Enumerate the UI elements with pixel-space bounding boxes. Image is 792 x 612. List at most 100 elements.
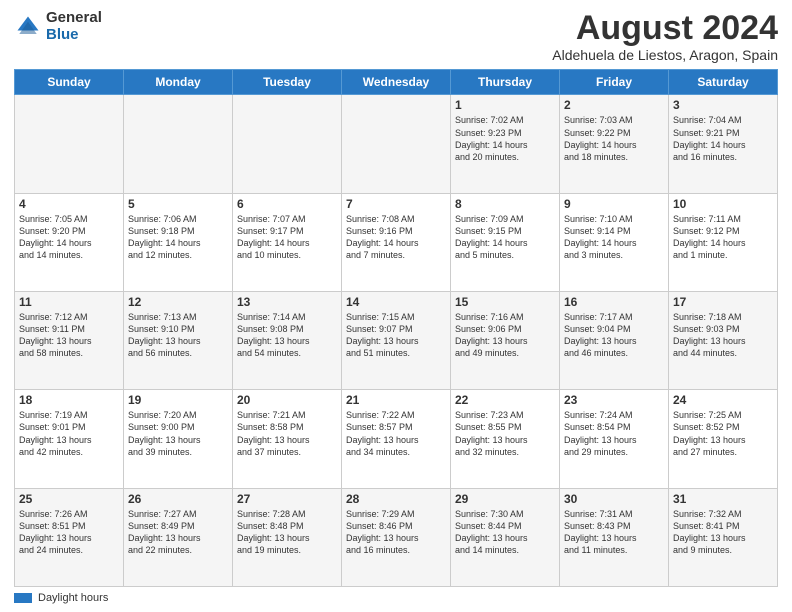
page: General Blue August 2024 Aldehuela de Li…	[0, 0, 792, 612]
table-row: 10 Sunrise: 7:11 AM Sunset: 9:12 PM Dayli…	[669, 193, 778, 291]
day-info: Sunrise: 7:20 AM Sunset: 9:00 PM Dayligh…	[128, 409, 228, 458]
day-info: Sunrise: 7:26 AM Sunset: 8:51 PM Dayligh…	[19, 508, 119, 557]
logo-general: General	[46, 10, 102, 27]
day-number: 20	[237, 393, 337, 407]
logo-icon	[14, 13, 42, 41]
table-row: 3Sunrise: 7:04 AM Sunset: 9:21 PM Daylig…	[669, 95, 778, 193]
logo-blue: Blue	[46, 27, 102, 44]
day-number: 6	[237, 197, 337, 211]
day-number: 27	[237, 492, 337, 506]
col-saturday: Saturday	[669, 70, 778, 95]
logo: General Blue	[14, 10, 102, 43]
day-number: 26	[128, 492, 228, 506]
day-info: Sunrise: 7:25 AM Sunset: 8:52 PM Dayligh…	[673, 409, 773, 458]
table-row: 26 Sunrise: 7:27 AM Sunset: 8:49 PM Dayli…	[124, 488, 233, 586]
day-info: Sunrise: 7:21 AM Sunset: 8:58 PM Dayligh…	[237, 409, 337, 458]
table-row: 12 Sunrise: 7:13 AM Sunset: 9:10 PM Dayli…	[124, 292, 233, 390]
table-row: 2 Sunrise: 7:03 AM Sunset: 9:22 PM Daylig…	[560, 95, 669, 193]
day-info: Sunrise: 7:06 AM Sunset: 9:18 PM Dayligh…	[128, 213, 228, 262]
main-title: August 2024	[552, 10, 778, 47]
day-info: Sunrise: 7:28 AM Sunset: 8:48 PM Dayligh…	[237, 508, 337, 557]
table-row	[15, 95, 124, 193]
day-number: 23	[564, 393, 664, 407]
table-row: 23Sunrise: 7:24 AM Sunset: 8:54 PM Dayli…	[560, 390, 669, 488]
table-row: 14 Sunrise: 7:15 AM Sunset: 9:07 PM Dayli…	[342, 292, 451, 390]
table-row: 15 Sunrise: 7:16 AM Sunset: 9:06 PM Dayli…	[451, 292, 560, 390]
day-number: 29	[455, 492, 555, 506]
day-number: 13	[237, 295, 337, 309]
table-row: 24Sunrise: 7:25 AM Sunset: 8:52 PM Dayli…	[669, 390, 778, 488]
table-row: 19 Sunrise: 7:20 AM Sunset: 9:00 PM Dayli…	[124, 390, 233, 488]
day-info: Sunrise: 7:29 AM Sunset: 8:46 PM Dayligh…	[346, 508, 446, 557]
day-number: 25	[19, 492, 119, 506]
day-number: 2	[564, 98, 664, 112]
table-row	[233, 95, 342, 193]
day-info: Sunrise: 7:13 AM Sunset: 9:10 PM Dayligh…	[128, 311, 228, 360]
logo-text: General Blue	[46, 10, 102, 43]
day-number: 18	[19, 393, 119, 407]
table-row: 28 Sunrise: 7:29 AM Sunset: 8:46 PM Dayli…	[342, 488, 451, 586]
day-info: Sunrise: 7:17 AM Sunset: 9:04 PM Dayligh…	[564, 311, 664, 360]
day-info: Sunrise: 7:03 AM Sunset: 9:22 PM Dayligh…	[564, 114, 664, 163]
day-info: Sunrise: 7:08 AM Sunset: 9:16 PM Dayligh…	[346, 213, 446, 262]
day-info: Sunrise: 7:19 AM Sunset: 9:01 PM Dayligh…	[19, 409, 119, 458]
table-row: 6Sunrise: 7:07 AM Sunset: 9:17 PM Daylig…	[233, 193, 342, 291]
day-info: Sunrise: 7:11 AM Sunset: 9:12 PM Dayligh…	[673, 213, 773, 262]
day-number: 15	[455, 295, 555, 309]
day-number: 10	[673, 197, 773, 211]
day-number: 28	[346, 492, 446, 506]
day-info: Sunrise: 7:10 AM Sunset: 9:14 PM Dayligh…	[564, 213, 664, 262]
day-info: Sunrise: 7:14 AM Sunset: 9:08 PM Dayligh…	[237, 311, 337, 360]
day-info: Sunrise: 7:15 AM Sunset: 9:07 PM Dayligh…	[346, 311, 446, 360]
col-thursday: Thursday	[451, 70, 560, 95]
day-number: 14	[346, 295, 446, 309]
day-number: 12	[128, 295, 228, 309]
table-row: 4 Sunrise: 7:05 AM Sunset: 9:20 PM Daylig…	[15, 193, 124, 291]
col-friday: Friday	[560, 70, 669, 95]
day-info: Sunrise: 7:05 AM Sunset: 9:20 PM Dayligh…	[19, 213, 119, 262]
day-info: Sunrise: 7:27 AM Sunset: 8:49 PM Dayligh…	[128, 508, 228, 557]
col-wednesday: Wednesday	[342, 70, 451, 95]
col-monday: Monday	[124, 70, 233, 95]
table-row: 1Sunrise: 7:02 AM Sunset: 9:23 PM Daylig…	[451, 95, 560, 193]
daylight-legend-label: Daylight hours	[38, 592, 108, 604]
table-row: 20 Sunrise: 7:21 AM Sunset: 8:58 PM Dayli…	[233, 390, 342, 488]
table-row: 13 Sunrise: 7:14 AM Sunset: 9:08 PM Dayli…	[233, 292, 342, 390]
table-row: 18 Sunrise: 7:19 AM Sunset: 9:01 PM Dayli…	[15, 390, 124, 488]
day-info: Sunrise: 7:04 AM Sunset: 9:21 PM Dayligh…	[673, 114, 773, 163]
week-row-3: 18 Sunrise: 7:19 AM Sunset: 9:01 PM Dayli…	[15, 390, 778, 488]
week-row-1: 4 Sunrise: 7:05 AM Sunset: 9:20 PM Daylig…	[15, 193, 778, 291]
table-row: 7Sunrise: 7:08 AM Sunset: 9:16 PM Daylig…	[342, 193, 451, 291]
day-number: 4	[19, 197, 119, 211]
day-number: 21	[346, 393, 446, 407]
table-row: 8Sunrise: 7:09 AM Sunset: 9:15 PM Daylig…	[451, 193, 560, 291]
table-row: 9 Sunrise: 7:10 AM Sunset: 9:14 PM Daylig…	[560, 193, 669, 291]
table-row: 27 Sunrise: 7:28 AM Sunset: 8:48 PM Dayli…	[233, 488, 342, 586]
table-row: 11Sunrise: 7:12 AM Sunset: 9:11 PM Dayli…	[15, 292, 124, 390]
footer: Daylight hours	[14, 592, 778, 604]
table-row: 17 Sunrise: 7:18 AM Sunset: 9:03 PM Dayli…	[669, 292, 778, 390]
day-number: 19	[128, 393, 228, 407]
col-tuesday: Tuesday	[233, 70, 342, 95]
week-row-2: 11Sunrise: 7:12 AM Sunset: 9:11 PM Dayli…	[15, 292, 778, 390]
day-info: Sunrise: 7:22 AM Sunset: 8:57 PM Dayligh…	[346, 409, 446, 458]
day-number: 1	[455, 98, 555, 112]
day-number: 5	[128, 197, 228, 211]
day-number: 16	[564, 295, 664, 309]
table-row	[124, 95, 233, 193]
day-number: 11	[19, 295, 119, 309]
day-info: Sunrise: 7:23 AM Sunset: 8:55 PM Dayligh…	[455, 409, 555, 458]
day-number: 8	[455, 197, 555, 211]
day-number: 9	[564, 197, 664, 211]
day-number: 17	[673, 295, 773, 309]
week-row-4: 25 Sunrise: 7:26 AM Sunset: 8:51 PM Dayli…	[15, 488, 778, 586]
day-info: Sunrise: 7:16 AM Sunset: 9:06 PM Dayligh…	[455, 311, 555, 360]
table-row: 16 Sunrise: 7:17 AM Sunset: 9:04 PM Dayli…	[560, 292, 669, 390]
week-row-0: 1Sunrise: 7:02 AM Sunset: 9:23 PM Daylig…	[15, 95, 778, 193]
day-info: Sunrise: 7:31 AM Sunset: 8:43 PM Dayligh…	[564, 508, 664, 557]
daylight-bar-icon	[14, 593, 32, 603]
header-row: Sunday Monday Tuesday Wednesday Thursday…	[15, 70, 778, 95]
title-block: August 2024 Aldehuela de Liestos, Aragon…	[552, 10, 778, 63]
day-info: Sunrise: 7:18 AM Sunset: 9:03 PM Dayligh…	[673, 311, 773, 360]
table-row: 25 Sunrise: 7:26 AM Sunset: 8:51 PM Dayli…	[15, 488, 124, 586]
